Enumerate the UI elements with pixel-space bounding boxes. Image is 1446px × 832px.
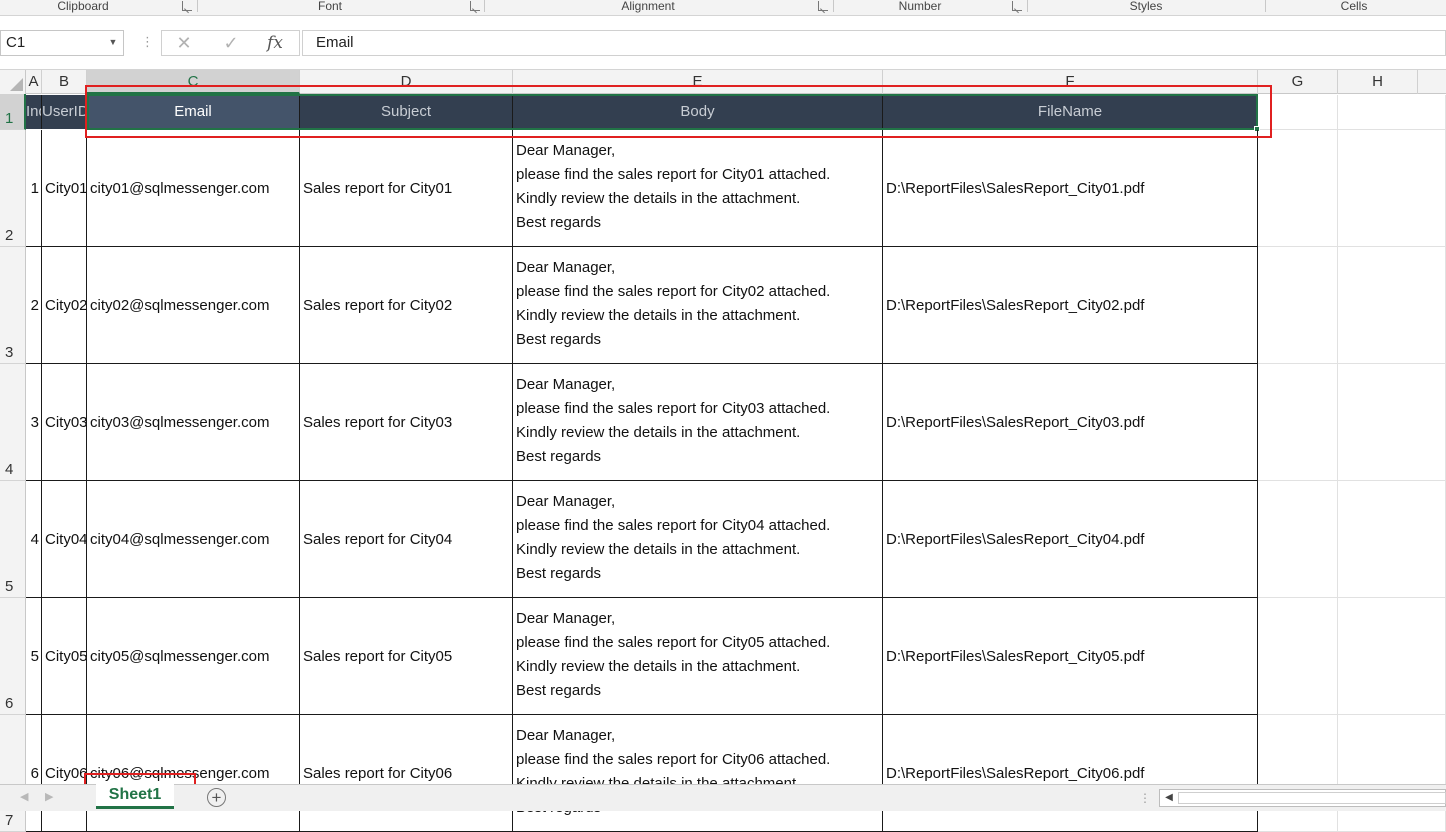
empty-cell[interactable] [1338, 481, 1446, 598]
ribbon-group-alignment: Alignment [621, 0, 675, 13]
empty-cell[interactable] [1338, 130, 1446, 247]
ribbon-group-styles: Styles [1129, 0, 1163, 13]
cell-userid[interactable]: City01 [42, 130, 87, 247]
cell-userid[interactable]: City04 [42, 481, 87, 598]
formula-bar-grip-icon[interactable]: ⋮ [141, 33, 154, 51]
tab-split-grip-icon[interactable]: ⋮ [1139, 790, 1151, 806]
empty-cell[interactable] [1258, 130, 1338, 247]
cell-index[interactable]: 4 [26, 481, 42, 598]
cell-email[interactable]: city04@sqlmessenger.com [87, 481, 300, 598]
cell-email[interactable]: city01@sqlmessenger.com [87, 130, 300, 247]
ribbon-separator [1265, 0, 1266, 12]
cell-filename[interactable]: D:\ReportFiles\SalesReport_City01.pdf [883, 130, 1258, 247]
row-header[interactable]: 5 [0, 481, 26, 598]
ribbon-separator [1027, 0, 1028, 12]
cell-index[interactable]: 3 [26, 364, 42, 481]
row-header[interactable]: 6 [0, 598, 26, 715]
cancel-icon[interactable]: ✕ [170, 31, 198, 55]
cell-subject[interactable]: Sales report for City02 [300, 247, 513, 364]
alignment-launcher-icon[interactable] [818, 1, 828, 11]
cell-subject[interactable]: Sales report for City05 [300, 598, 513, 715]
column-header-b[interactable]: B [42, 70, 87, 94]
enter-icon[interactable]: ✓ [217, 31, 245, 55]
ribbon-group-clipboard: Clipboard [57, 0, 109, 13]
cell-index[interactable]: 5 [26, 598, 42, 715]
cell-index[interactable]: 2 [26, 247, 42, 364]
cell-filename[interactable]: D:\ReportFiles\SalesReport_City03.pdf [883, 364, 1258, 481]
ribbon-separator [197, 0, 198, 12]
cell-body[interactable]: Dear Manager, please find the sales repo… [513, 481, 883, 598]
scrollbar-thumb[interactable] [1178, 792, 1446, 804]
ribbon-group-font: Font [317, 0, 342, 13]
cell-subject[interactable]: Sales report for City03 [300, 364, 513, 481]
ribbon-group-cells: Cells [1340, 0, 1368, 13]
ribbon-separator [833, 0, 834, 12]
font-launcher-icon[interactable] [470, 1, 480, 11]
cell-body[interactable]: Dear Manager, please find the sales repo… [513, 715, 883, 832]
header-cell-index[interactable]: Index [26, 95, 42, 129]
cell-email[interactable]: city03@sqlmessenger.com [87, 364, 300, 481]
cell-userid[interactable]: City05 [42, 598, 87, 715]
cell-email[interactable]: city05@sqlmessenger.com [87, 598, 300, 715]
column-header-a[interactable]: A [26, 70, 42, 94]
tab-scroll-right-icon[interactable]: ▶ [45, 790, 53, 804]
cell-userid[interactable]: City03 [42, 364, 87, 481]
empty-cell[interactable] [1338, 598, 1446, 715]
cell-filename[interactable]: D:\ReportFiles\SalesReport_City05.pdf [883, 598, 1258, 715]
cell-body[interactable]: Dear Manager, please find the sales repo… [513, 364, 883, 481]
cell-filename[interactable]: D:\ReportFiles\SalesReport_City02.pdf [883, 247, 1258, 364]
cell-body[interactable]: Dear Manager, please find the sales repo… [513, 130, 883, 247]
tab-sheet1[interactable]: Sheet1 [96, 784, 174, 809]
add-sheet-icon[interactable]: + [207, 788, 226, 807]
cell-userid[interactable]: City06 [42, 715, 87, 832]
empty-cell[interactable] [1338, 247, 1446, 364]
cell-body[interactable]: Dear Manager, please find the sales repo… [513, 247, 883, 364]
empty-cell[interactable] [1338, 95, 1446, 130]
insert-function-icon[interactable]: fx [261, 31, 289, 55]
cell-filename[interactable]: D:\ReportFiles\SalesReport_City06.pdf [883, 715, 1258, 832]
cell-subject[interactable]: Sales report for City04 [300, 481, 513, 598]
cell-subject[interactable]: Sales report for City06 [300, 715, 513, 832]
highlight-header-box [85, 85, 1272, 138]
empty-cell[interactable] [1258, 247, 1338, 364]
row-header[interactable]: 7 [0, 715, 26, 832]
cell-email[interactable]: city02@sqlmessenger.com [87, 247, 300, 364]
cell-index[interactable]: 6 [26, 715, 42, 832]
ribbon-separator [484, 0, 485, 12]
empty-cell[interactable] [1338, 364, 1446, 481]
name-box[interactable]: C1 [0, 30, 124, 56]
row-header[interactable]: 2 [0, 130, 26, 247]
row-header[interactable]: 4 [0, 364, 26, 481]
tab-scroll-left-icon[interactable]: ◀ [20, 790, 28, 804]
empty-cell[interactable] [1258, 364, 1338, 481]
formula-input[interactable]: Email [302, 30, 1446, 56]
row-header-1[interactable]: 1 [0, 94, 26, 130]
ribbon-group-labels: Clipboard Font Alignment Number Styles C… [0, 0, 1446, 16]
chevron-down-icon[interactable]: ▼ [108, 37, 118, 47]
cell-userid[interactable]: City02 [42, 247, 87, 364]
empty-cell[interactable] [1258, 715, 1338, 832]
ribbon-group-number: Number [898, 0, 942, 13]
empty-cell[interactable] [1258, 598, 1338, 715]
scroll-left-icon[interactable]: ◀ [1162, 791, 1176, 805]
empty-cell[interactable] [1338, 715, 1446, 832]
number-launcher-icon[interactable] [1012, 1, 1022, 11]
header-cell-userid[interactable]: UserID [42, 95, 87, 129]
cell-subject[interactable]: Sales report for City01 [300, 130, 513, 247]
cell-index[interactable]: 1 [26, 130, 42, 247]
clipboard-launcher-icon[interactable] [182, 1, 192, 11]
empty-cell[interactable] [1258, 481, 1338, 598]
formula-bar-buttons: ✕ ✓ fx [161, 30, 300, 56]
cell-filename[interactable]: D:\ReportFiles\SalesReport_City04.pdf [883, 481, 1258, 598]
row-header[interactable]: 3 [0, 247, 26, 364]
cell-body[interactable]: Dear Manager, please find the sales repo… [513, 598, 883, 715]
column-header-h[interactable]: H [1338, 70, 1418, 94]
select-all-triangle-icon [10, 78, 23, 91]
